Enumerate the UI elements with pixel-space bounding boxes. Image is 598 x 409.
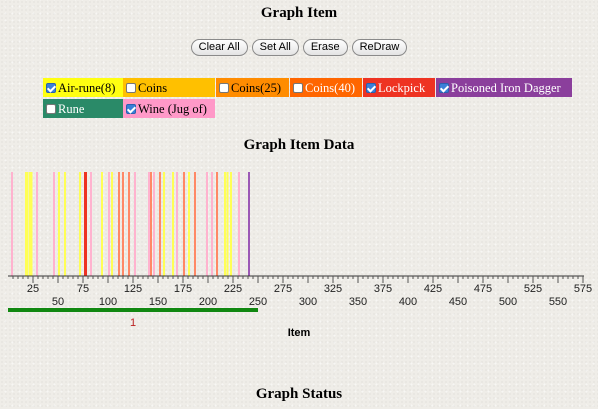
tick-label: 275	[274, 283, 292, 295]
legend-item-rune[interactable]: Rune	[43, 99, 123, 118]
tick-label: 175	[174, 283, 192, 295]
tick-label: 375	[374, 283, 392, 295]
item-mark	[183, 172, 185, 276]
x-axis-label: Item	[287, 327, 311, 339]
erase-button[interactable]: Erase	[302, 39, 348, 56]
item-mark	[150, 172, 152, 276]
item-mark	[26, 172, 29, 276]
tick-label: 300	[299, 296, 317, 308]
item-mark	[153, 172, 155, 276]
checkbox-icon[interactable]	[219, 82, 229, 93]
tick-label: 525	[524, 283, 542, 295]
legend-label: Poisoned Iron Dagger	[451, 80, 561, 95]
tick-label: 500	[499, 296, 517, 308]
tick-label: 425	[424, 283, 442, 295]
tick-label: 225	[224, 283, 242, 295]
item-mark	[224, 172, 226, 276]
tick-label: 50	[52, 296, 64, 308]
item-mark	[79, 172, 81, 276]
item-mark	[172, 172, 174, 276]
legend-item-wine[interactable]: Wine (Jug of)	[123, 99, 215, 118]
checkbox-icon[interactable]	[126, 103, 136, 114]
item-mark	[108, 172, 110, 276]
legend-label: Air-rune(8)	[58, 80, 116, 95]
item-mark	[226, 172, 229, 276]
tick-label: 400	[399, 296, 417, 308]
item-graph[interactable]: 25 75 125 175 225 275 325 375 425 475 525 575 50 100 1…	[0, 160, 598, 328]
legend-label: Wine (Jug of)	[138, 101, 207, 116]
item-mark	[85, 172, 87, 276]
range-bar[interactable]	[8, 308, 258, 312]
legend-label: Coins(25)	[231, 80, 281, 95]
item-mark	[163, 172, 165, 276]
tick-label: 100	[99, 296, 117, 308]
item-mark	[58, 172, 60, 276]
item-mark	[53, 172, 55, 276]
legend-item-coins-40[interactable]: Coins(40)	[290, 78, 362, 97]
legend-item-lockpick[interactable]: Lockpick	[363, 78, 435, 97]
legend-label: Coins(40)	[305, 80, 355, 95]
item-mark	[101, 172, 103, 276]
item-mark	[122, 172, 124, 276]
tick-label: 325	[324, 283, 342, 295]
item-mark	[211, 172, 213, 276]
legend-item-coins[interactable]: Coins	[123, 78, 215, 97]
redraw-button[interactable]: ReDraw	[351, 39, 408, 56]
item-mark	[176, 172, 178, 276]
graph-status-title: Graph Status	[255, 386, 343, 402]
checkbox-icon[interactable]	[366, 82, 376, 93]
legend-item-air-rune[interactable]: Air-rune(8)	[43, 78, 123, 97]
clear-all-button[interactable]: Clear All	[190, 39, 248, 56]
item-mark	[118, 172, 120, 276]
item-mark	[64, 172, 66, 276]
legend-label: Coins	[138, 80, 168, 95]
set-all-button[interactable]: Set All	[251, 39, 299, 56]
checkbox-icon[interactable]	[126, 82, 136, 93]
item-mark	[216, 172, 218, 276]
legend-label: Lockpick	[378, 80, 426, 95]
item-mark	[230, 172, 232, 276]
tick-label: 550	[549, 296, 567, 308]
legend-item-poisoned-iron-dagger[interactable]: Poisoned Iron Dagger	[436, 78, 572, 97]
checkbox-icon[interactable]	[439, 82, 449, 93]
tick-label: 350	[349, 296, 367, 308]
item-mark	[11, 172, 13, 276]
item-mark	[238, 172, 240, 276]
checkbox-icon[interactable]	[46, 103, 56, 114]
item-mark	[206, 172, 208, 276]
legend-item-coins-25[interactable]: Coins(25)	[216, 78, 289, 97]
item-mark	[30, 172, 33, 276]
tick-label: 25	[27, 283, 39, 295]
item-mark	[90, 172, 92, 276]
item-mark	[188, 172, 190, 276]
checkbox-icon[interactable]	[293, 82, 303, 93]
item-mark	[194, 172, 196, 276]
tick-label: 450	[449, 296, 467, 308]
tick-label: 575	[574, 283, 592, 295]
legend-label: Rune	[58, 101, 85, 116]
tick-label: 475	[474, 283, 492, 295]
tick-label: 125	[124, 283, 142, 295]
tick-label: 75	[77, 283, 89, 295]
graph-item-data-title: Graph Item Data	[243, 137, 355, 153]
item-mark	[134, 172, 136, 276]
item-mark	[111, 172, 113, 276]
tick-label: 150	[149, 296, 167, 308]
checkbox-icon[interactable]	[46, 82, 56, 93]
tick-label: 250	[249, 296, 267, 308]
button-row: Clear All Set All Erase ReDraw	[0, 39, 598, 56]
item-mark	[36, 172, 38, 276]
item-mark	[159, 172, 161, 276]
item-mark	[128, 172, 130, 276]
tick-label: 200	[199, 296, 217, 308]
graph-item-title: Graph Item	[260, 5, 338, 21]
item-mark	[248, 172, 250, 276]
item-mark	[148, 172, 150, 276]
